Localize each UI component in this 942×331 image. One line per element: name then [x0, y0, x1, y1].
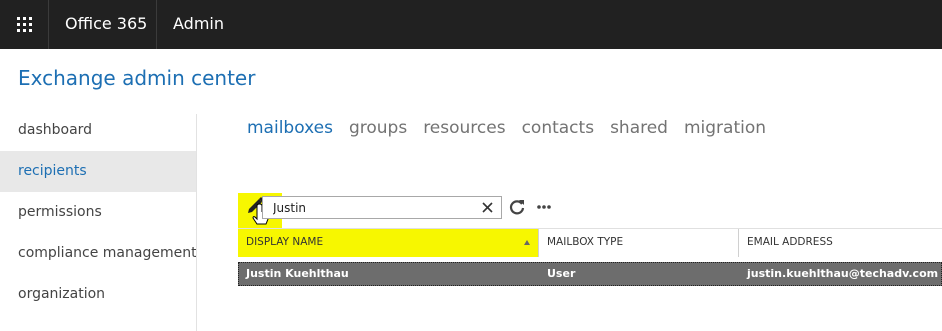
close-icon [481, 202, 493, 213]
cell-mailbox-type: User [547, 267, 576, 280]
page-title: Exchange admin center [18, 66, 256, 90]
suite-name[interactable]: Office 365 [65, 14, 147, 33]
app-launcher-button[interactable] [0, 0, 48, 49]
clear-search-button[interactable] [479, 199, 495, 216]
nav-divider [196, 114, 197, 331]
more-icon [537, 205, 551, 209]
table-row[interactable]: Justin Kuehlthau User justin.kuehlthau@t… [238, 262, 942, 286]
column-header-email-address[interactable]: EMAIL ADDRESS [739, 229, 942, 257]
refresh-button[interactable] [508, 198, 526, 216]
cell-display-name: Justin Kuehlthau [246, 267, 349, 280]
column-header-display-name[interactable]: DISPLAY NAME [238, 229, 538, 257]
topbar-divider [48, 0, 49, 49]
left-nav: dashboard recipients permissions complia… [0, 110, 197, 315]
search-input[interactable] [273, 199, 473, 216]
tab-shared[interactable]: shared [610, 118, 668, 138]
recipient-tabs: mailboxes groups resources contacts shar… [247, 118, 782, 138]
app-name[interactable]: Admin [173, 14, 224, 33]
cell-email-address: justin.kuehlthau@techadv.com [747, 267, 939, 280]
search-field[interactable] [262, 196, 502, 219]
nav-item-dashboard[interactable]: dashboard [0, 110, 197, 151]
nav-item-compliance-management[interactable]: compliance management [0, 233, 197, 274]
tab-contacts[interactable]: contacts [522, 118, 594, 138]
tab-resources[interactable]: resources [423, 118, 505, 138]
nav-item-organization[interactable]: organization [0, 274, 197, 315]
tab-migration[interactable]: migration [684, 118, 766, 138]
column-header-mailbox-type[interactable]: MAILBOX TYPE [539, 229, 738, 257]
table-header: DISPLAY NAME MAILBOX TYPE EMAIL ADDRESS [238, 228, 942, 257]
top-bar: Office 365 Admin [0, 0, 942, 49]
column-header-label: EMAIL ADDRESS [747, 236, 833, 248]
tab-groups[interactable]: groups [349, 118, 407, 138]
column-header-label: MAILBOX TYPE [547, 236, 624, 248]
tab-mailboxes[interactable]: mailboxes [247, 118, 333, 138]
more-options-button[interactable] [535, 198, 553, 216]
refresh-icon [509, 200, 525, 215]
nav-item-permissions[interactable]: permissions [0, 192, 197, 233]
column-header-label: DISPLAY NAME [246, 236, 324, 248]
topbar-divider [156, 0, 157, 49]
sort-ascending-icon [524, 240, 530, 245]
nav-item-recipients[interactable]: recipients [0, 151, 197, 192]
waffle-icon [16, 17, 32, 32]
